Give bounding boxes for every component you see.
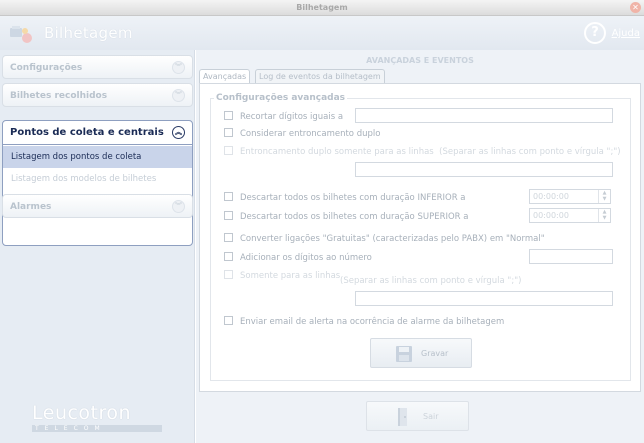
- somente-checkbox[interactable]: [224, 270, 233, 279]
- entroncamento-input[interactable]: [355, 162, 613, 177]
- page-title: AVANÇADAS E EVENTOS: [366, 56, 474, 65]
- enviar-label: Enviar email de alerta na ocorrência de …: [240, 317, 505, 327]
- adicionar-checkbox[interactable]: [224, 252, 233, 261]
- descartar-inferior-checkbox[interactable]: [224, 192, 233, 201]
- brand-subtitle: TELECOM: [32, 425, 162, 432]
- somente-hint: (Separar as linhas com ponto e vírgula "…: [340, 276, 522, 286]
- main-content: AVANÇADAS E EVENTOS Avançadas Log de eve…: [196, 50, 644, 443]
- converter-option: Converter ligações "Gratuitas" (caracter…: [224, 233, 545, 245]
- sidebar-section-header[interactable]: Pontos de coleta e centrais ︽: [3, 121, 192, 145]
- help-icon[interactable]: ?: [584, 22, 606, 44]
- exit-button-label: Sair: [423, 412, 439, 421]
- app-logo-icon: [10, 26, 32, 43]
- entroncamento-checkbox[interactable]: [224, 146, 233, 155]
- duration-inferior-value: 00:00:00: [533, 192, 569, 201]
- sidebar-item-listagem-modelos-bilhetes[interactable]: Listagem dos modelos de bilhetes: [3, 168, 192, 190]
- adicionar-input[interactable]: [529, 249, 613, 264]
- sidebar: Configurações ︾ Bilhetes recolhidos ︾ Po…: [0, 50, 195, 443]
- recortar-option: Recortar dígitos iguais a: [224, 111, 343, 123]
- stepper-arrows[interactable]: ▲ ▼: [598, 190, 610, 203]
- chevron-down-icon[interactable]: ︾: [172, 89, 185, 102]
- recortar-input[interactable]: [355, 108, 613, 123]
- descartar-superior-option: Descartar todos os bilhetes com duração …: [224, 211, 469, 223]
- considerar-checkbox[interactable]: [224, 128, 233, 137]
- considerar-label: Considerar entroncamento duplo: [240, 129, 381, 139]
- sidebar-section-label: Pontos de coleta e centrais: [10, 127, 164, 138]
- app-title: Bilhetagem: [44, 24, 133, 42]
- descartar-superior-label: Descartar todos os bilhetes com duração …: [240, 212, 469, 222]
- brand-name: Leucotron: [32, 402, 132, 424]
- entroncamento-hint: (Separar as linhas com ponto e vírgula "…: [439, 147, 621, 157]
- somente-input[interactable]: [355, 291, 613, 306]
- recortar-label: Recortar dígitos iguais a: [240, 112, 344, 122]
- duration-superior-value: 00:00:00: [533, 211, 569, 220]
- entroncamento-label: Entroncamento duplo somente para as linh…: [240, 147, 434, 157]
- group-title: Configurações avançadas: [214, 93, 348, 103]
- chevron-down-icon[interactable]: ▼: [599, 196, 610, 202]
- sidebar-section-bilhetes-recolhidos[interactable]: Bilhetes recolhidos ︾: [2, 83, 193, 107]
- tab-avancadas[interactable]: Avançadas: [199, 69, 251, 83]
- save-button-label: Gravar: [421, 349, 449, 358]
- somente-option: Somente para as linhas: [224, 270, 340, 282]
- help-link[interactable]: Ajuda: [612, 28, 640, 39]
- converter-checkbox[interactable]: [224, 233, 233, 242]
- brand-logo: Leucotron TELECOM: [32, 402, 162, 432]
- duration-inferior-stepper[interactable]: 00:00:00 ▲ ▼: [529, 189, 611, 204]
- sidebar-item-listagem-pontos-coleta[interactable]: Listagem dos pontos de coleta: [3, 146, 192, 168]
- adicionar-label: Adicionar os dígitos ao número: [240, 253, 372, 263]
- sidebar-section-label: Configurações: [10, 63, 83, 73]
- sidebar-section-label: Bilhetes recolhidos: [10, 91, 108, 101]
- descartar-inferior-label: Descartar todos os bilhetes com duração …: [240, 193, 466, 203]
- app-header: Bilhetagem ? Ajuda: [0, 16, 644, 50]
- enviar-option: Enviar email de alerta na ocorrência de …: [224, 316, 504, 328]
- close-icon[interactable]: ✕: [630, 2, 641, 13]
- save-button[interactable]: Gravar: [370, 338, 472, 368]
- exit-button[interactable]: Sair: [366, 401, 469, 431]
- sidebar-section-label: Alarmes: [10, 202, 52, 212]
- chevron-down-icon[interactable]: ︾: [172, 61, 185, 74]
- window-title: Bilhetagem: [296, 3, 348, 12]
- tab-log-eventos[interactable]: Log de eventos da bilhetagem: [255, 69, 385, 83]
- descartar-inferior-option: Descartar todos os bilhetes com duração …: [224, 192, 466, 204]
- adicionar-option: Adicionar os dígitos ao número: [224, 252, 372, 264]
- chevron-down-icon[interactable]: ︾: [172, 200, 185, 213]
- chevron-up-icon[interactable]: ︽: [172, 126, 185, 139]
- considerar-option: Considerar entroncamento duplo: [224, 128, 380, 140]
- sidebar-section-pontos-de-coleta: Pontos de coleta e centrais ︽ Listagem d…: [2, 120, 193, 246]
- door-exit-icon: [398, 408, 407, 426]
- somente-label: Somente para as linhas: [240, 271, 341, 281]
- recortar-checkbox[interactable]: [224, 111, 233, 120]
- window-titlebar: Bilhetagem ✕: [0, 0, 644, 16]
- duration-superior-stepper[interactable]: 00:00:00 ▲ ▼: [529, 208, 611, 223]
- entroncamento-option: Entroncamento duplo somente para as linh…: [224, 146, 621, 158]
- enviar-checkbox[interactable]: [224, 316, 233, 325]
- descartar-superior-checkbox[interactable]: [224, 211, 233, 220]
- converter-label: Converter ligações "Gratuitas" (caracter…: [240, 234, 545, 244]
- stepper-arrows[interactable]: ▲ ▼: [598, 209, 610, 222]
- tab-panel: Configurações avançadas Recortar dígitos…: [199, 83, 641, 392]
- floppy-disk-icon: [396, 346, 412, 362]
- sidebar-section-configuracoes[interactable]: Configurações ︾: [2, 55, 193, 79]
- chevron-down-icon[interactable]: ▼: [599, 215, 610, 221]
- sidebar-section-alarmes[interactable]: Alarmes ︾: [2, 194, 193, 218]
